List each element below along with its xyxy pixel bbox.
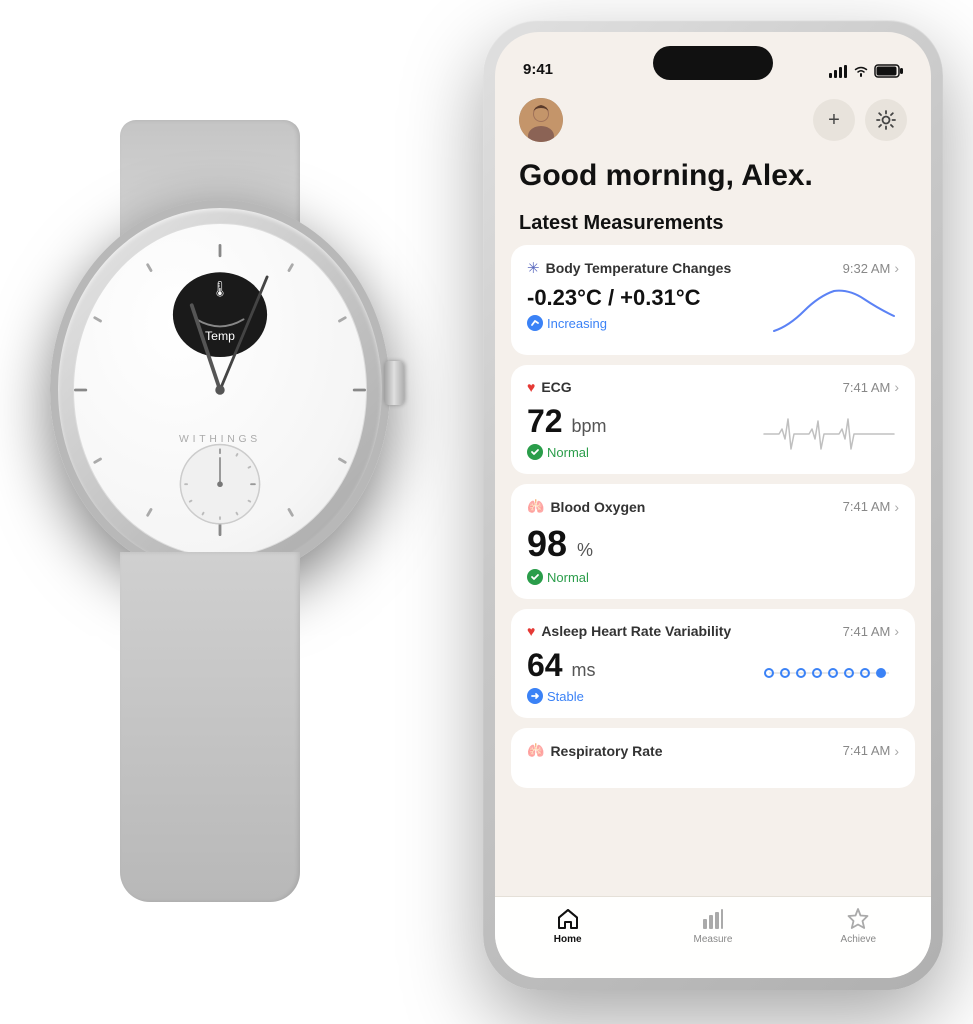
respiratory-chevron: › bbox=[894, 743, 899, 759]
battery-icon bbox=[875, 64, 903, 78]
respiratory-title: Respiratory Rate bbox=[550, 743, 662, 759]
measure-icon bbox=[701, 907, 725, 931]
respiratory-header: 🫁 Respiratory Rate 7:41 AM › bbox=[527, 742, 899, 759]
achieve-icon bbox=[846, 907, 870, 931]
measurements-list: ✳ Body Temperature Changes 9:32 AM › -0.… bbox=[495, 245, 931, 798]
hrv-value: 64 ms bbox=[527, 647, 595, 684]
ecg-title: ECG bbox=[541, 379, 571, 395]
signal-icon bbox=[829, 65, 847, 78]
app-content: + Good morning, Alex. Latest Measurement… bbox=[495, 86, 931, 978]
blood-oxygen-chevron: › bbox=[894, 499, 899, 515]
blood-oxygen-status: Normal bbox=[527, 569, 593, 585]
hrv-stable-icon bbox=[527, 688, 543, 704]
ecg-normal-icon bbox=[527, 444, 543, 460]
svg-text:🌡: 🌡 bbox=[210, 281, 229, 298]
ecg-card[interactable]: ♥ ECG 7:41 AM › 72 bpm bbox=[511, 365, 915, 474]
nav-home[interactable]: Home bbox=[495, 907, 640, 945]
ecg-chart bbox=[759, 399, 899, 454]
svg-text:WITHINGS: WITHINGS bbox=[179, 434, 261, 445]
hrv-chart bbox=[759, 643, 899, 698]
increasing-icon bbox=[527, 315, 543, 331]
greeting: Good morning, Alex. bbox=[495, 142, 931, 194]
phone: 9:41 bbox=[483, 20, 963, 1000]
status-icons bbox=[829, 64, 903, 78]
respiratory-card[interactable]: 🫁 Respiratory Rate 7:41 AM › bbox=[511, 728, 915, 788]
blood-oxygen-time: 7:41 AM bbox=[843, 499, 891, 514]
body-temp-value: -0.23°C / +0.31°C bbox=[527, 285, 701, 311]
section-title: Latest Measurements bbox=[495, 194, 931, 245]
respiratory-time: 7:41 AM bbox=[843, 743, 891, 758]
bottom-nav: Home Measure bbox=[495, 896, 931, 978]
hrv-chevron: › bbox=[894, 623, 899, 639]
avatar-image bbox=[519, 98, 563, 142]
watch-ticks: 🌡 Temp bbox=[74, 224, 366, 556]
home-label: Home bbox=[554, 934, 582, 945]
nav-achieve[interactable]: Achieve bbox=[786, 907, 931, 945]
home-icon bbox=[556, 907, 580, 931]
svg-text:Temp: Temp bbox=[205, 329, 235, 343]
add-button[interactable]: + bbox=[813, 99, 855, 141]
body-temp-title: Body Temperature Changes bbox=[546, 260, 732, 276]
app-header: + bbox=[495, 86, 931, 142]
blood-oxygen-icon: 🫁 bbox=[527, 498, 544, 515]
body-temp-card[interactable]: ✳ Body Temperature Changes 9:32 AM › -0.… bbox=[511, 245, 915, 355]
watch: 🌡 Temp bbox=[20, 120, 450, 920]
wifi-icon bbox=[853, 65, 869, 77]
ecg-icon: ♥ bbox=[527, 379, 535, 395]
nav-measure[interactable]: Measure bbox=[640, 907, 785, 945]
blood-oxygen-value: 98 % bbox=[527, 523, 593, 565]
ecg-value: 72 bpm bbox=[527, 403, 607, 440]
measure-label: Measure bbox=[694, 934, 733, 945]
body-temp-time: 9:32 AM bbox=[843, 261, 891, 276]
settings-icon bbox=[875, 109, 897, 131]
phone-screen: 9:41 bbox=[495, 32, 931, 978]
avatar[interactable] bbox=[519, 98, 563, 142]
blood-oxygen-title: Blood Oxygen bbox=[550, 499, 645, 515]
blood-oxygen-header: 🫁 Blood Oxygen 7:41 AM › bbox=[527, 498, 899, 515]
ecg-time: 7:41 AM bbox=[843, 380, 891, 395]
hrv-header: ♥ Asleep Heart Rate Variability 7:41 AM … bbox=[527, 623, 899, 639]
watch-strap-bottom bbox=[120, 552, 300, 902]
phone-frame: 9:41 bbox=[483, 20, 943, 990]
blood-oxygen-normal-icon bbox=[527, 569, 543, 585]
ecg-status: Normal bbox=[527, 444, 607, 460]
body-temp-status: Increasing bbox=[527, 315, 701, 331]
card-header: ✳ Body Temperature Changes 9:32 AM › bbox=[527, 259, 899, 277]
header-actions: + bbox=[813, 99, 907, 141]
settings-button[interactable] bbox=[865, 99, 907, 141]
blood-oxygen-card[interactable]: 🫁 Blood Oxygen 7:41 AM › 98 % bbox=[511, 484, 915, 599]
hrv-icon: ♥ bbox=[527, 623, 535, 639]
ecg-card-header: ♥ ECG 7:41 AM › bbox=[527, 379, 899, 395]
hrv-status: Stable bbox=[527, 688, 595, 704]
temp-icon: ✳ bbox=[527, 259, 540, 277]
status-time: 9:41 bbox=[523, 61, 553, 78]
temp-chart bbox=[769, 281, 899, 341]
dynamic-island bbox=[653, 46, 773, 80]
respiratory-icon: 🫁 bbox=[527, 742, 544, 759]
ecg-chevron: › bbox=[894, 379, 899, 395]
chevron-right-icon: › bbox=[894, 260, 899, 276]
watch-case: 🌡 Temp bbox=[50, 200, 390, 580]
hrv-card[interactable]: ♥ Asleep Heart Rate Variability 7:41 AM … bbox=[511, 609, 915, 718]
watch-face: 🌡 Temp bbox=[73, 223, 367, 557]
achieve-label: Achieve bbox=[841, 934, 877, 945]
watch-crown[interactable] bbox=[384, 361, 404, 405]
hrv-title: Asleep Heart Rate Variability bbox=[541, 623, 731, 639]
hrv-time: 7:41 AM bbox=[843, 624, 891, 639]
